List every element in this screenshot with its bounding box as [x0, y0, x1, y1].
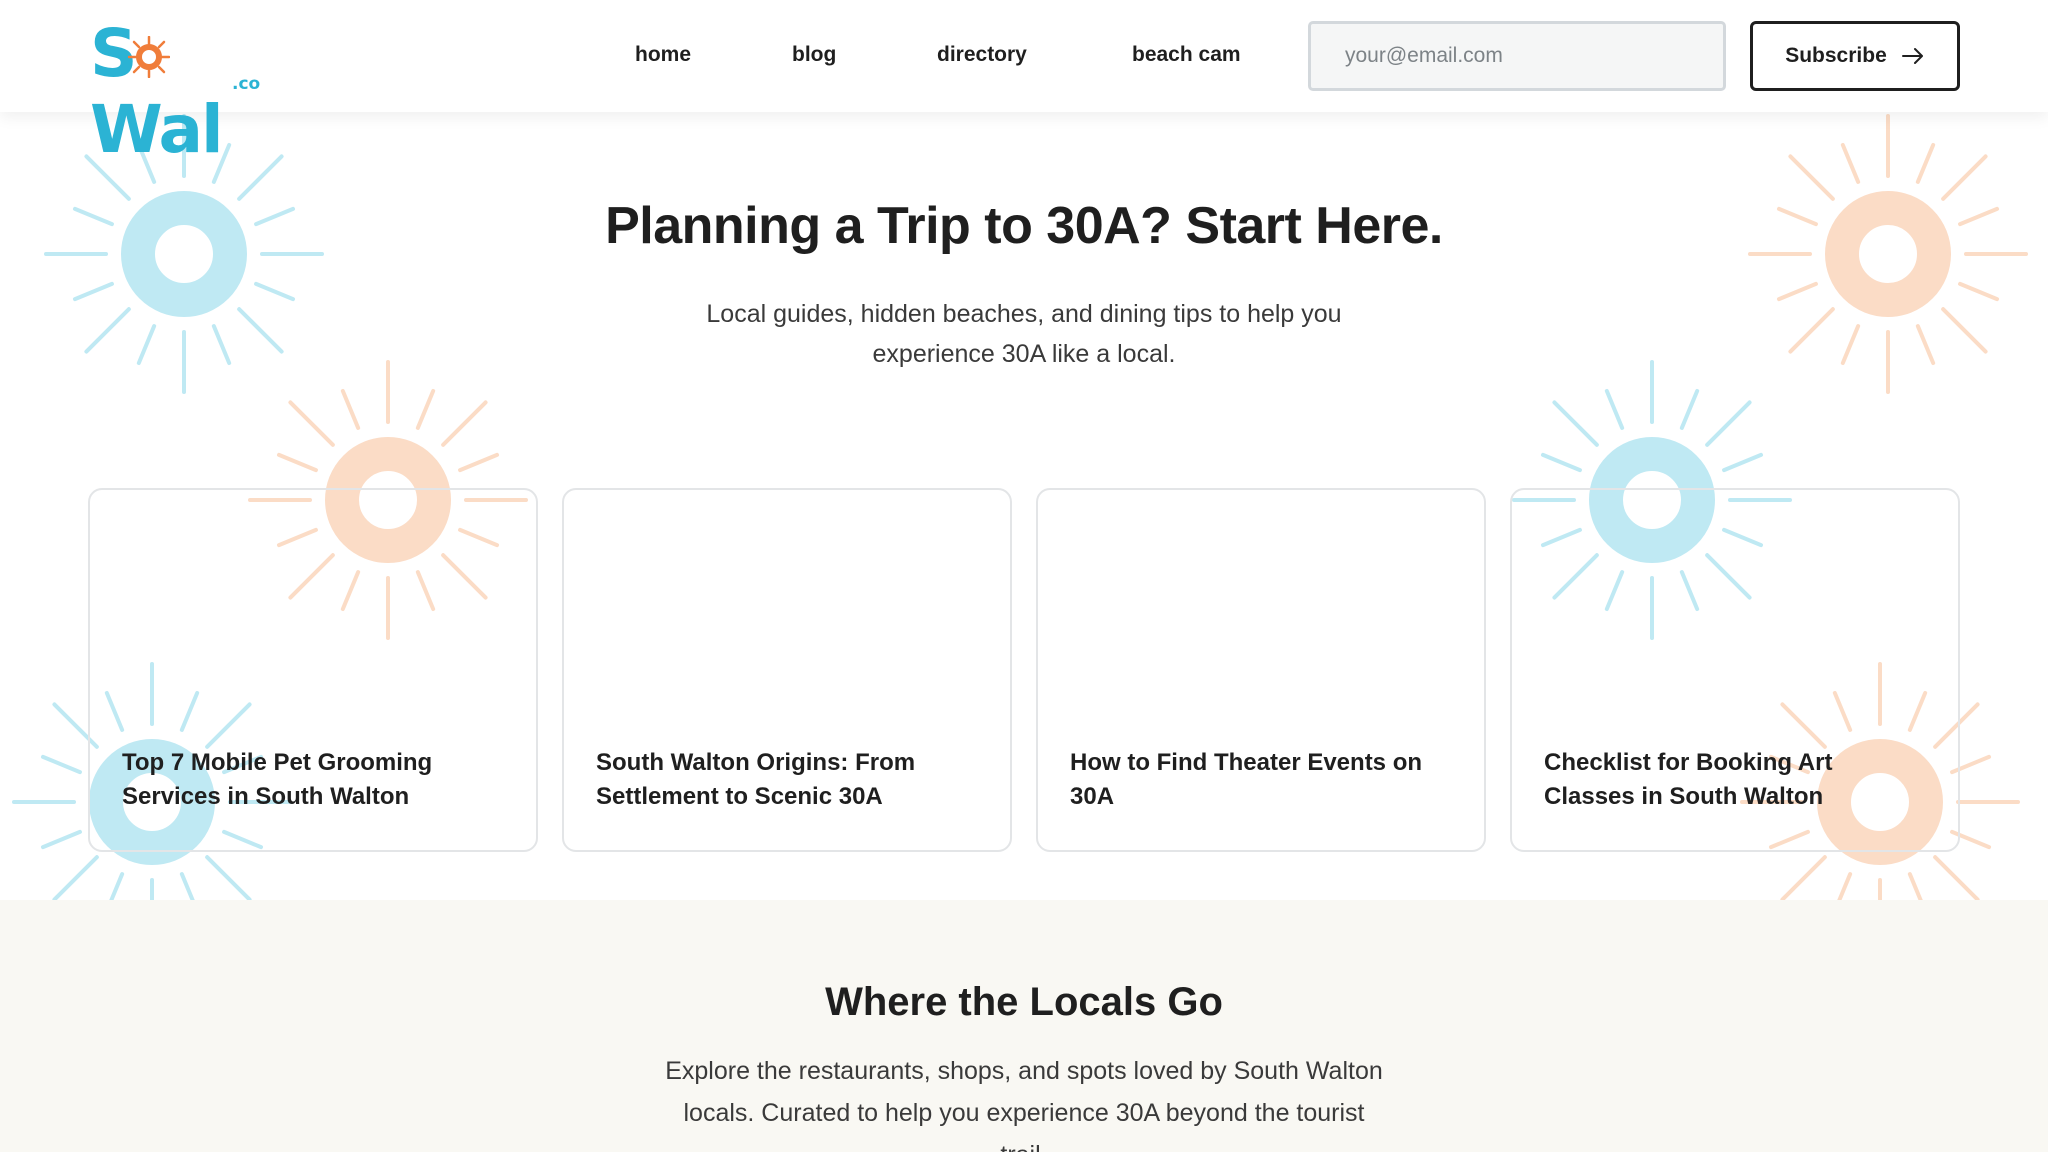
- site-header: SWal .co home blog directory beach cam S…: [0, 0, 2048, 168]
- article-card-title[interactable]: Top 7 Mobile Pet Grooming Services in So…: [122, 746, 502, 814]
- arrow-right-icon: [1901, 48, 1923, 64]
- nav-home[interactable]: home: [635, 40, 691, 70]
- locals-section: Where the Locals Go Explore the restaura…: [0, 900, 2048, 1152]
- hero-section: Planning a Trip to 30A? Start Here. Loca…: [0, 112, 2048, 900]
- email-input[interactable]: [1308, 21, 1726, 91]
- article-card-title[interactable]: Checklist for Booking Art Classes in Sou…: [1544, 746, 1924, 814]
- article-card[interactable]: South Walton Origins: From Settlement to…: [562, 488, 1012, 852]
- nav-blog[interactable]: blog: [792, 40, 836, 70]
- article-card[interactable]: Checklist for Booking Art Classes in Sou…: [1510, 488, 1960, 852]
- article-card-title[interactable]: South Walton Origins: From Settlement to…: [596, 746, 976, 814]
- nav-beach-cam[interactable]: beach cam: [1132, 40, 1241, 70]
- subscribe-button[interactable]: Subscribe: [1750, 21, 1960, 91]
- hero-subtitle: Local guides, hidden beaches, and dining…: [706, 300, 1342, 368]
- nav-directory[interactable]: directory: [937, 40, 1027, 70]
- site-logo[interactable]: SWal .co: [90, 16, 270, 168]
- article-card[interactable]: Top 7 Mobile Pet Grooming Services in So…: [88, 488, 538, 852]
- locals-title: Where the Locals Go: [825, 980, 1223, 1024]
- locals-description: Explore the restaurants, shops, and spot…: [665, 1057, 1383, 1152]
- logo-suffix: .co: [232, 74, 261, 94]
- page-title: Planning a Trip to 30A? Start Here.: [605, 197, 1443, 255]
- article-card-title[interactable]: How to Find Theater Events on 30A: [1070, 746, 1450, 814]
- subscribe-label: Subscribe: [1785, 44, 1887, 67]
- article-card[interactable]: How to Find Theater Events on 30A: [1036, 488, 1486, 852]
- logo-sun-icon: [128, 36, 170, 78]
